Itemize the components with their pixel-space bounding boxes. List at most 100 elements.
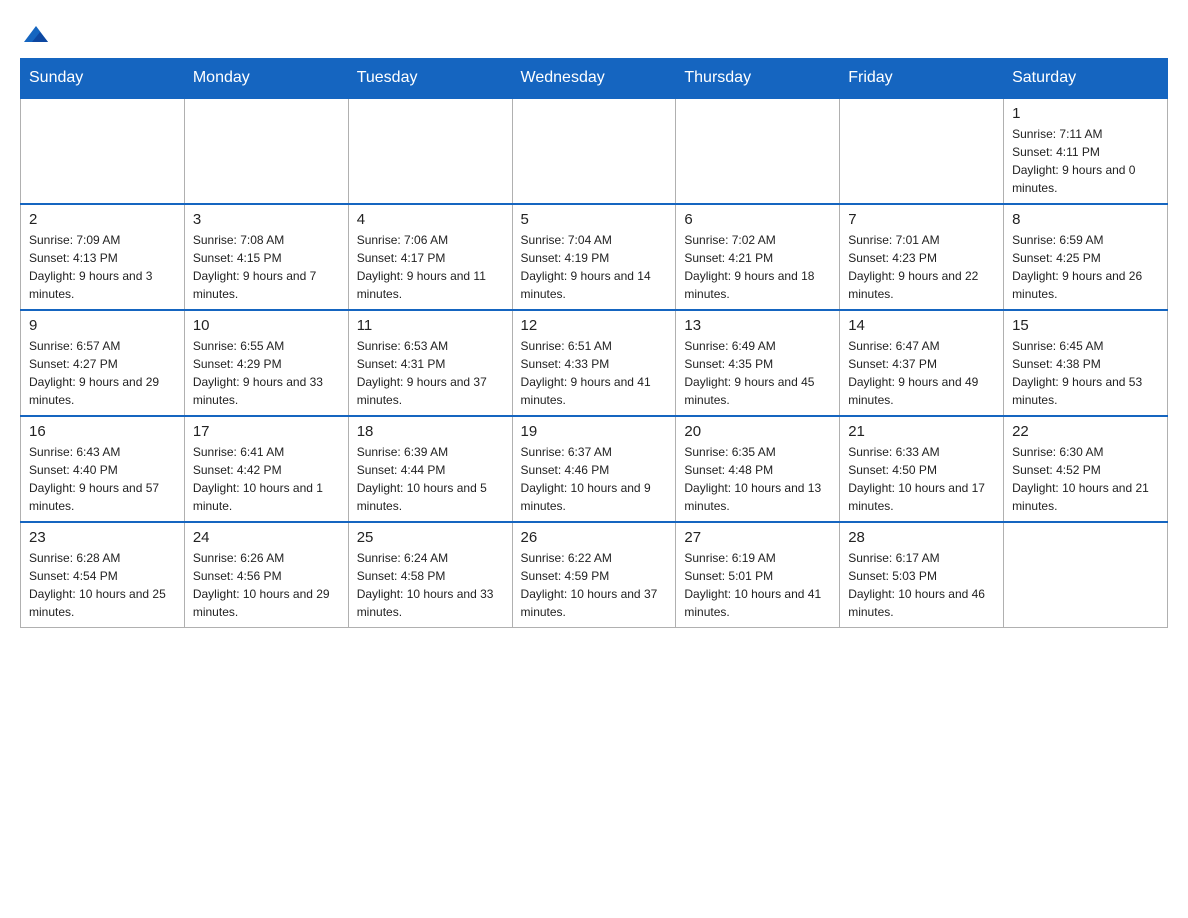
calendar-cell [1004, 522, 1168, 628]
day-number: 7 [848, 211, 995, 228]
calendar-cell: 14Sunrise: 6:47 AM Sunset: 4:37 PM Dayli… [840, 310, 1004, 416]
day-number: 23 [29, 529, 176, 546]
day-number: 3 [193, 211, 340, 228]
day-info: Sunrise: 7:08 AM Sunset: 4:15 PM Dayligh… [193, 231, 340, 303]
day-number: 8 [1012, 211, 1159, 228]
day-info: Sunrise: 6:30 AM Sunset: 4:52 PM Dayligh… [1012, 443, 1159, 515]
column-header-monday: Monday [184, 59, 348, 99]
day-info: Sunrise: 6:19 AM Sunset: 5:01 PM Dayligh… [684, 549, 831, 621]
calendar-week-row: 16 Sunrise: 6:43 AM Sunset: 4:40 PM Dayli… [21, 416, 1168, 522]
day-info: Sunrise: 6:47 AM Sunset: 4:37 PM Dayligh… [848, 337, 995, 409]
day-info: Sunrise: 6:49 AM Sunset: 4:35 PM Dayligh… [684, 337, 831, 409]
calendar-cell: 15 Sunrise: 6:45 AM Sunset: 4:38 PM Dayli… [1004, 310, 1168, 416]
column-header-friday: Friday [840, 59, 1004, 99]
day-number: 19 [521, 423, 668, 440]
day-info: Sunrise: 6:17 AM Sunset: 5:03 PM Dayligh… [848, 549, 995, 621]
day-info: Sunrise: 7:09 AM Sunset: 4:13 PM Dayligh… [29, 231, 176, 303]
calendar-cell: 3 Sunrise: 7:08 AM Sunset: 4:15 PM Daylig… [184, 204, 348, 310]
calendar-cell: 22 Sunrise: 6:30 AM Sunset: 4:52 PM Dayli… [1004, 416, 1168, 522]
day-info: Sunrise: 6:26 AM Sunset: 4:56 PM Dayligh… [193, 549, 340, 621]
calendar-cell: 8Sunrise: 6:59 AM Sunset: 4:25 PM Daylig… [1004, 204, 1168, 310]
calendar-cell: 16 Sunrise: 6:43 AM Sunset: 4:40 PM Dayli… [21, 416, 185, 522]
logo-icon [22, 20, 50, 48]
day-number: 9 [29, 317, 176, 334]
calendar-cell: 2 Sunrise: 7:09 AM Sunset: 4:13 PM Daylig… [21, 204, 185, 310]
day-number: 20 [684, 423, 831, 440]
day-number: 10 [193, 317, 340, 334]
calendar-cell: 5 Sunrise: 7:04 AM Sunset: 4:19 PM Daylig… [512, 204, 676, 310]
day-number: 6 [684, 211, 831, 228]
calendar-cell: 4 Sunrise: 7:06 AM Sunset: 4:17 PM Daylig… [348, 204, 512, 310]
column-header-thursday: Thursday [676, 59, 840, 99]
calendar-cell: 12Sunrise: 6:51 AM Sunset: 4:33 PM Dayli… [512, 310, 676, 416]
day-number: 24 [193, 529, 340, 546]
day-info: Sunrise: 7:06 AM Sunset: 4:17 PM Dayligh… [357, 231, 504, 303]
day-number: 18 [357, 423, 504, 440]
day-number: 5 [521, 211, 668, 228]
day-number: 2 [29, 211, 176, 228]
day-info: Sunrise: 7:04 AM Sunset: 4:19 PM Dayligh… [521, 231, 668, 303]
calendar-week-row: 9 Sunrise: 6:57 AM Sunset: 4:27 PM Daylig… [21, 310, 1168, 416]
calendar-week-row: 23Sunrise: 6:28 AM Sunset: 4:54 PM Dayli… [21, 522, 1168, 628]
day-number: 1 [1012, 105, 1159, 122]
day-info: Sunrise: 6:22 AM Sunset: 4:59 PM Dayligh… [521, 549, 668, 621]
calendar-cell: 11 Sunrise: 6:53 AM Sunset: 4:31 PM Dayli… [348, 310, 512, 416]
day-number: 17 [193, 423, 340, 440]
column-header-sunday: Sunday [21, 59, 185, 99]
calendar-cell: 19 Sunrise: 6:37 AM Sunset: 4:46 PM Dayli… [512, 416, 676, 522]
calendar-week-row: 1 Sunrise: 7:11 AM Sunset: 4:11 PM Daylig… [21, 98, 1168, 204]
calendar-cell [512, 98, 676, 204]
day-number: 28 [848, 529, 995, 546]
calendar-cell: 26 Sunrise: 6:22 AM Sunset: 4:59 PM Dayli… [512, 522, 676, 628]
calendar-cell: 6 Sunrise: 7:02 AM Sunset: 4:21 PM Daylig… [676, 204, 840, 310]
day-number: 21 [848, 423, 995, 440]
calendar-cell: 18Sunrise: 6:39 AM Sunset: 4:44 PM Dayli… [348, 416, 512, 522]
calendar-cell: 23Sunrise: 6:28 AM Sunset: 4:54 PM Dayli… [21, 522, 185, 628]
calendar-cell [840, 98, 1004, 204]
calendar-table: SundayMondayTuesdayWednesdayThursdayFrid… [20, 58, 1168, 628]
calendar-cell [348, 98, 512, 204]
calendar-cell [21, 98, 185, 204]
calendar-header-row: SundayMondayTuesdayWednesdayThursdayFrid… [21, 59, 1168, 99]
day-info: Sunrise: 6:41 AM Sunset: 4:42 PM Dayligh… [193, 443, 340, 515]
logo [20, 20, 52, 48]
column-header-wednesday: Wednesday [512, 59, 676, 99]
day-info: Sunrise: 6:53 AM Sunset: 4:31 PM Dayligh… [357, 337, 504, 409]
day-info: Sunrise: 6:45 AM Sunset: 4:38 PM Dayligh… [1012, 337, 1159, 409]
calendar-cell: 9 Sunrise: 6:57 AM Sunset: 4:27 PM Daylig… [21, 310, 185, 416]
calendar-cell: 21 Sunrise: 6:33 AM Sunset: 4:50 PM Dayli… [840, 416, 1004, 522]
day-info: Sunrise: 6:35 AM Sunset: 4:48 PM Dayligh… [684, 443, 831, 515]
calendar-week-row: 2 Sunrise: 7:09 AM Sunset: 4:13 PM Daylig… [21, 204, 1168, 310]
calendar-cell: 24 Sunrise: 6:26 AM Sunset: 4:56 PM Dayli… [184, 522, 348, 628]
day-number: 11 [357, 317, 504, 334]
calendar-cell: 20 Sunrise: 6:35 AM Sunset: 4:48 PM Dayli… [676, 416, 840, 522]
day-info: Sunrise: 6:51 AM Sunset: 4:33 PM Dayligh… [521, 337, 668, 409]
day-number: 22 [1012, 423, 1159, 440]
day-number: 13 [684, 317, 831, 334]
day-info: Sunrise: 7:11 AM Sunset: 4:11 PM Dayligh… [1012, 125, 1159, 197]
calendar-cell [676, 98, 840, 204]
page-header [20, 20, 1168, 48]
day-number: 4 [357, 211, 504, 228]
column-header-tuesday: Tuesday [348, 59, 512, 99]
day-number: 26 [521, 529, 668, 546]
day-number: 27 [684, 529, 831, 546]
day-number: 25 [357, 529, 504, 546]
day-info: Sunrise: 6:55 AM Sunset: 4:29 PM Dayligh… [193, 337, 340, 409]
day-info: Sunrise: 7:02 AM Sunset: 4:21 PM Dayligh… [684, 231, 831, 303]
day-info: Sunrise: 6:57 AM Sunset: 4:27 PM Dayligh… [29, 337, 176, 409]
calendar-cell: 25Sunrise: 6:24 AM Sunset: 4:58 PM Dayli… [348, 522, 512, 628]
calendar-cell: 28 Sunrise: 6:17 AM Sunset: 5:03 PM Dayli… [840, 522, 1004, 628]
day-info: Sunrise: 6:33 AM Sunset: 4:50 PM Dayligh… [848, 443, 995, 515]
day-info: Sunrise: 6:37 AM Sunset: 4:46 PM Dayligh… [521, 443, 668, 515]
day-info: Sunrise: 6:43 AM Sunset: 4:40 PM Dayligh… [29, 443, 176, 515]
calendar-cell: 13 Sunrise: 6:49 AM Sunset: 4:35 PM Dayli… [676, 310, 840, 416]
calendar-cell [184, 98, 348, 204]
day-number: 16 [29, 423, 176, 440]
day-number: 15 [1012, 317, 1159, 334]
calendar-cell: 7 Sunrise: 7:01 AM Sunset: 4:23 PM Daylig… [840, 204, 1004, 310]
calendar-cell: 17 Sunrise: 6:41 AM Sunset: 4:42 PM Dayli… [184, 416, 348, 522]
day-info: Sunrise: 7:01 AM Sunset: 4:23 PM Dayligh… [848, 231, 995, 303]
calendar-cell: 10 Sunrise: 6:55 AM Sunset: 4:29 PM Dayli… [184, 310, 348, 416]
column-header-saturday: Saturday [1004, 59, 1168, 99]
